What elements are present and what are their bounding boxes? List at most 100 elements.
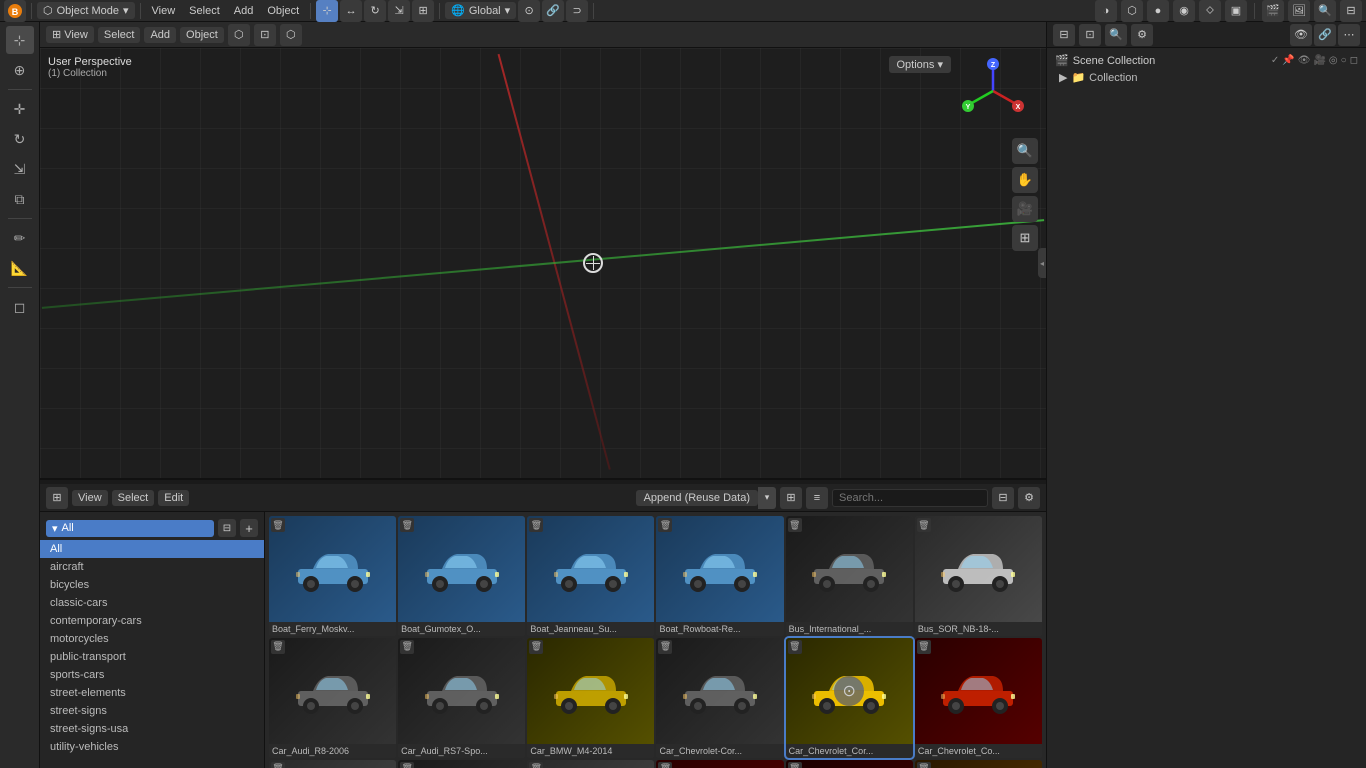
viewport-shading-render[interactable]: ◉: [1173, 0, 1195, 22]
render-btn[interactable]: 🎬: [1262, 0, 1284, 22]
transform-tool[interactable]: ⧉: [6, 185, 34, 213]
bottom-select-menu[interactable]: Select: [112, 490, 155, 506]
asset-item[interactable]: 🗑 Car_Citroen_Berli...: [269, 760, 396, 768]
asset-item[interactable]: 🗑 Car_Ferrari_458...: [656, 760, 783, 768]
grab-tool-btn[interactable]: ↔: [340, 0, 362, 22]
cam-icon[interactable]: 🎥: [1313, 55, 1325, 66]
viewport-shading-wire[interactable]: ⬡: [1121, 0, 1143, 22]
outliner-more[interactable]: ⋯: [1338, 24, 1360, 46]
zoom-in-btn[interactable]: 🔍: [1012, 138, 1038, 164]
category-item-motorcycles[interactable]: motorcycles: [40, 630, 264, 648]
outliner-settings[interactable]: ⚙: [1131, 24, 1153, 46]
render-icon[interactable]: ◎: [1329, 55, 1338, 66]
asset-item[interactable]: 🗑 Car_Ferrari_Cali...: [786, 760, 913, 768]
asset-item[interactable]: 🗑 ⊙ Car_Chevrolet_Cor...: [786, 638, 913, 758]
render-visible[interactable]: 👁: [1290, 24, 1312, 46]
panel-collapse-handle[interactable]: ◂: [1038, 248, 1046, 278]
category-item-street-signs-usa[interactable]: street-signs-usa: [40, 720, 264, 738]
bottom-view-menu[interactable]: View: [72, 490, 108, 506]
vp-mode-btn[interactable]: ⬡: [280, 24, 302, 46]
menu-view[interactable]: View: [146, 3, 182, 19]
filter-btn[interactable]: ⊟: [992, 487, 1014, 509]
select-tool-btn[interactable]: ⊹: [316, 0, 338, 22]
asset-item[interactable]: 🗑 Car_Chevrolet-Cor...: [656, 638, 783, 758]
asset-item[interactable]: 🗑 Bus_International_...: [786, 516, 913, 636]
category-item-street-signs[interactable]: street-signs: [40, 702, 264, 720]
scale-tool[interactable]: ⇲: [6, 155, 34, 183]
menu-select[interactable]: Select: [183, 3, 226, 19]
category-item-all[interactable]: All: [40, 540, 264, 558]
filter-btn[interactable]: ⊟: [1340, 0, 1362, 22]
restrict-icon[interactable]: ○: [1341, 55, 1347, 66]
asset-item[interactable]: 🗑 Boat_Gumotex_O...: [398, 516, 525, 636]
rotate-tool[interactable]: ↻: [6, 125, 34, 153]
category-item-bicycles[interactable]: bicycles: [40, 576, 264, 594]
measure-tool[interactable]: 📐: [6, 254, 34, 282]
category-item-contemporary-cars[interactable]: contemporary-cars: [40, 612, 264, 630]
outliner-search[interactable]: 🔍: [1105, 24, 1127, 46]
search-btn[interactable]: 🔍: [1314, 0, 1336, 22]
bottom-edit-menu[interactable]: Edit: [158, 490, 189, 506]
category-item-street-elements[interactable]: street-elements: [40, 684, 264, 702]
hold-icon[interactable]: ◻: [1350, 55, 1358, 66]
cursor-tool[interactable]: ⊕: [6, 56, 34, 84]
check-icon[interactable]: ✓: [1271, 55, 1279, 66]
transform-space-selector[interactable]: 🌐 Global ▾: [445, 2, 516, 19]
menu-add[interactable]: Add: [228, 3, 260, 19]
asset-browser-icon[interactable]: ⊞: [46, 487, 68, 509]
outliner-icon[interactable]: ⊟: [1053, 24, 1075, 46]
pin-icon[interactable]: 📌: [1282, 55, 1294, 66]
vp-add-menu[interactable]: Add: [144, 27, 176, 43]
options-button[interactable]: Options ▾: [889, 56, 952, 73]
asset-item[interactable]: 🗑 Car_Dodge_Challe...: [398, 760, 525, 768]
asset-item[interactable]: 🗑 Car_Citroen_C3...: [915, 760, 1042, 768]
select-tool[interactable]: ⊹: [6, 26, 34, 54]
asset-grid-area[interactable]: 🗑 Boat_Ferry_Moskv... 🗑: [265, 512, 1046, 768]
eye-icon[interactable]: 👁: [1298, 55, 1311, 66]
settings-btn[interactable]: ⚙: [1018, 487, 1040, 509]
viewport-shading-mat[interactable]: ●: [1147, 0, 1169, 22]
asset-item[interactable]: 🗑 Car_Chevrolet_Co...: [915, 638, 1042, 758]
asset-item[interactable]: 🗑 Bus_SOR_NB-18-...: [915, 516, 1042, 636]
asset-item[interactable]: 🗑 Boat_Ferry_Moskv...: [269, 516, 396, 636]
snap-btn[interactable]: 🔗: [542, 0, 564, 22]
vp-select-box[interactable]: ⊡: [254, 24, 276, 46]
persp-btn[interactable]: ⊞: [1012, 225, 1038, 251]
category-item-utility-vehicles[interactable]: utility-vehicles: [40, 738, 264, 756]
asset-item[interactable]: 🗑 Car_Audi_R8-2006: [269, 638, 396, 758]
move-tool[interactable]: ✛: [6, 95, 34, 123]
category-item-sports-cars[interactable]: sports-cars: [40, 666, 264, 684]
all-category-btn[interactable]: ▾ All: [46, 520, 214, 537]
asset-item[interactable]: 🗑 Boat_Rowboat-Re...: [656, 516, 783, 636]
asset-item[interactable]: 🗑 Car_BMW_M4-2014: [527, 638, 654, 758]
image-editor-btn[interactable]: 🖼: [1288, 0, 1310, 22]
rotate-tool-btn[interactable]: ↻: [364, 0, 386, 22]
viewport-shading-solid[interactable]: ◑: [1095, 0, 1117, 22]
pivot-btn[interactable]: ⊙: [518, 0, 540, 22]
add-primitive-tool[interactable]: ◻: [6, 293, 34, 321]
asset-search-input[interactable]: [832, 489, 988, 507]
viewport-canvas[interactable]: User Perspective (1) Collection Options …: [40, 48, 1046, 478]
scale-tool-btn[interactable]: ⇲: [388, 0, 410, 22]
annotate-tool[interactable]: ✏: [6, 224, 34, 252]
mode-selector[interactable]: ⬡ Object Mode ▾: [37, 2, 135, 19]
append-dropdown[interactable]: ▾: [758, 487, 776, 509]
outliner-link[interactable]: 🔗: [1314, 24, 1336, 46]
outliner-filter[interactable]: ⊡: [1079, 24, 1101, 46]
vp-view-menu[interactable]: ⊞ View: [46, 26, 94, 43]
asset-item[interactable]: 🗑 Boat_Jeanneau_Su...: [527, 516, 654, 636]
blender-logo[interactable]: B: [4, 0, 26, 22]
menu-object[interactable]: Object: [261, 3, 305, 19]
sidebar-add[interactable]: +: [240, 519, 258, 537]
grid-view-btn[interactable]: ⊞: [780, 487, 802, 509]
prop-edit-btn[interactable]: ⊃: [566, 0, 588, 22]
vp-object-menu[interactable]: Object: [180, 27, 224, 43]
list-view-btn[interactable]: ≡: [806, 487, 828, 509]
append-button[interactable]: Append (Reuse Data): [636, 490, 758, 506]
asset-item[interactable]: 🗑 Car_Dodge_Charg...: [527, 760, 654, 768]
pan-btn[interactable]: ✋: [1012, 167, 1038, 193]
asset-item[interactable]: 🗑 Car_Audi_RS7-Spo...: [398, 638, 525, 758]
camera-btn[interactable]: 🎥: [1012, 196, 1038, 222]
category-item-public-transport[interactable]: public-transport: [40, 648, 264, 666]
overlay-btn[interactable]: ⬦: [1199, 0, 1221, 22]
